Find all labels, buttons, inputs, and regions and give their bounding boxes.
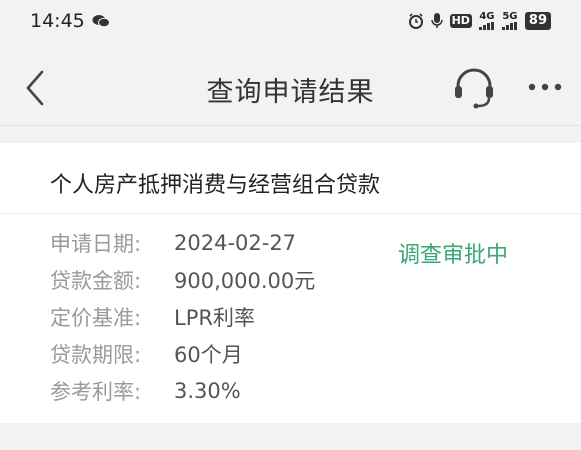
field-label: 定价基准: [50,306,142,330]
wechat-icon [92,15,110,28]
field-value: LPR利率 [174,306,255,330]
field-row-apply-date: 申请日期: 2024-02-27 [50,228,296,258]
field-label: 申请日期: [50,232,142,256]
more-icon[interactable] [525,80,565,94]
divider [0,125,581,126]
field-row-term: 贷款期限: 60个月 [50,339,243,369]
mic-icon [430,13,443,28]
bottom-background [0,423,581,450]
signal-icon [478,22,494,30]
field-row-pricing-basis: 定价基准: LPR利率 [50,302,255,332]
status-bar: 14:45 HD 4G 5G 89 [0,0,581,42]
network-5g-label: 5G [502,11,518,22]
alarm-icon [408,13,423,29]
field-label: 参考利率: [50,380,142,404]
signal-5g: 5G [501,11,518,30]
nav-bar: 查询申请结果 [0,52,581,124]
signal-icon [501,22,517,30]
field-value: 3.30% [174,379,241,403]
card-divider [0,213,581,214]
field-label: 贷款期限: [50,343,142,367]
battery-indicator: 89 [524,12,551,30]
field-label: 贷款金额: [50,269,142,293]
status-icons: HD 4G 5G 89 [408,10,551,32]
hd-badge: HD [449,14,472,28]
application-status: 调查审批中 [398,243,509,268]
loan-result-card[interactable]: 个人房产抵押消费与经营组合贷款 申请日期: 2024-02-27 贷款金额: 9… [0,143,581,423]
field-value: 900,000.00元 [174,269,316,293]
headset-icon[interactable] [452,66,496,110]
field-value: 2024-02-27 [174,231,297,255]
loan-product-name: 个人房产抵押消费与经营组合贷款 [50,173,381,198]
signal-4g: 4G [478,11,495,30]
field-row-rate: 参考利率: 3.30% [50,376,241,406]
status-time: 14:45 [30,10,85,32]
field-value: 60个月 [174,343,243,367]
network-4g-label: 4G [479,11,495,22]
field-row-amount: 贷款金额: 900,000.00元 [50,265,315,295]
